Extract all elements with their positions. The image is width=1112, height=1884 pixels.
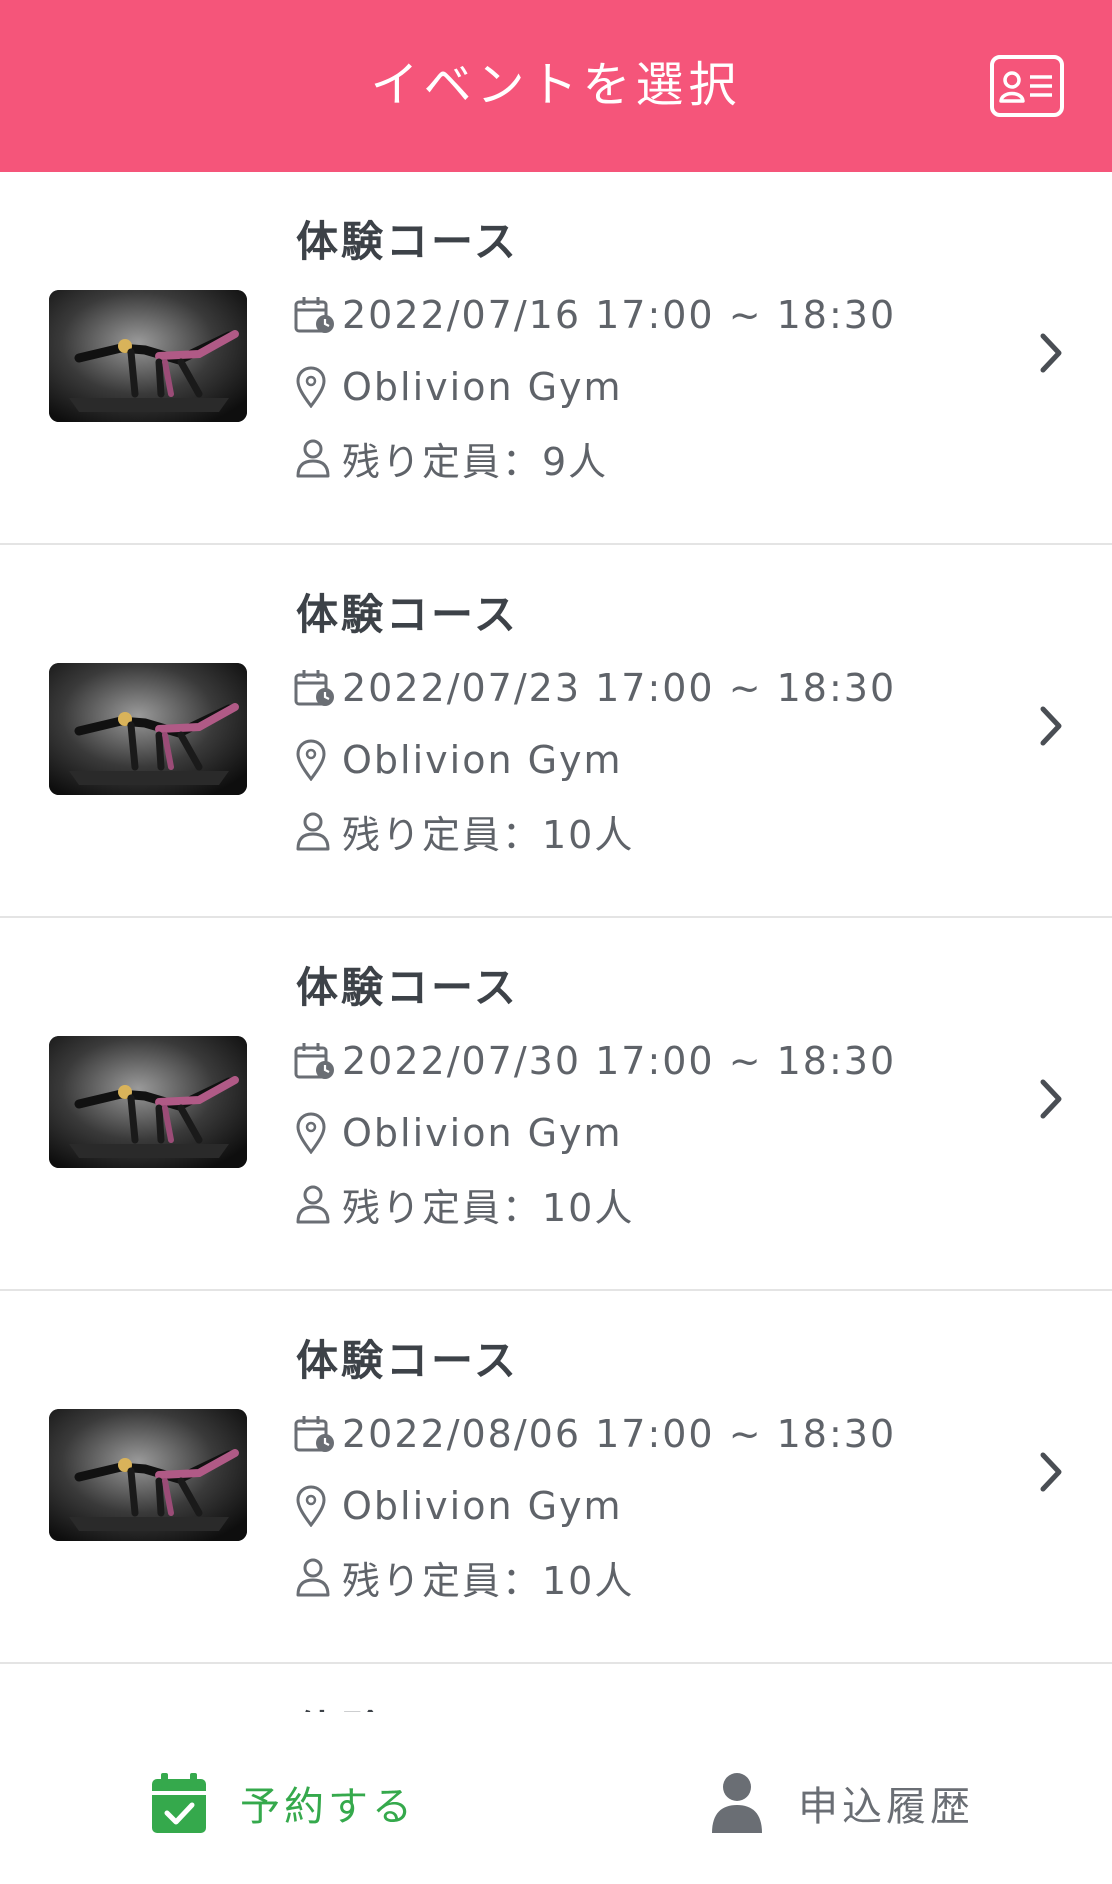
- event-location: Oblivion Gym: [342, 365, 623, 409]
- event-date-row: 2022/07/30 17:00 ~ 18:30: [294, 1036, 896, 1086]
- chevron-right-icon[interactable]: [1036, 1076, 1066, 1122]
- event-title: 体験コース: [296, 1336, 519, 1385]
- calendar-clock-icon: [294, 1412, 336, 1456]
- map-pin-icon: [294, 1484, 336, 1528]
- event-location-row: Oblivion Gym: [294, 1108, 623, 1158]
- calendar-check-icon: [148, 1771, 210, 1835]
- event-thumbnail: [49, 290, 247, 422]
- bottom-nav: 予約する 申込履歴: [0, 1712, 1112, 1884]
- nav-reserve-label: 予約する: [240, 1784, 416, 1830]
- event-location: Oblivion Gym: [342, 1111, 623, 1155]
- event-location-row: Oblivion Gym: [294, 735, 623, 785]
- event-date-row: 2022/08/06 17:00 ~ 18:30: [294, 1409, 896, 1459]
- person-icon: [294, 809, 336, 853]
- event-list-item[interactable]: 体験コース 2022/08/06 17:00 ~ 18:30 Oblivion …: [0, 1291, 1112, 1664]
- event-datetime: 2022/08/06 17:00 ~ 18:30: [342, 1412, 897, 1456]
- event-title: 体験コース: [296, 963, 519, 1012]
- page-title: イベントを選択: [370, 57, 742, 113]
- chevron-right-icon[interactable]: [1036, 703, 1066, 749]
- event-date-row: 2022/07/16 17:00 ~ 18:30: [294, 290, 896, 340]
- chevron-right-icon[interactable]: [1036, 1449, 1066, 1495]
- event-capacity-row: 残り定員：10人: [294, 1179, 635, 1230]
- app-header: イベントを選択: [0, 0, 1112, 172]
- map-pin-icon: [294, 1111, 336, 1155]
- event-capacity: 残り定員：10人: [342, 1185, 635, 1230]
- event-thumbnail: [49, 663, 247, 795]
- event-location: Oblivion Gym: [342, 738, 623, 782]
- event-capacity: 残り定員：10人: [342, 1558, 635, 1603]
- person-icon: [294, 436, 336, 480]
- event-datetime: 2022/07/16 17:00 ~ 18:30: [342, 293, 897, 337]
- event-location-row: Oblivion Gym: [294, 1481, 623, 1531]
- event-title: 体験コース: [296, 217, 519, 266]
- map-pin-icon: [294, 738, 336, 782]
- calendar-clock-icon: [294, 1039, 336, 1083]
- chevron-right-icon[interactable]: [1036, 330, 1066, 376]
- event-datetime: 2022/07/23 17:00 ~ 18:30: [342, 666, 897, 710]
- event-datetime: 2022/07/30 17:00 ~ 18:30: [342, 1039, 897, 1083]
- event-list-item[interactable]: 体験コース 2022/07/23 17:00 ~ 18:30 Oblivion …: [0, 545, 1112, 918]
- event-location-row: Oblivion Gym: [294, 362, 623, 412]
- event-select-screen: イベントを選択 体験コース 2022/07/16 17:00 ~ 18:30 O…: [0, 0, 1112, 1884]
- event-title: 体験コース: [296, 1704, 519, 1712]
- event-capacity-row: 残り定員：9人: [294, 433, 609, 484]
- event-list-item[interactable]: 体験コース 2022/07/16 17:00 ~ 18:30 Oblivion …: [0, 172, 1112, 545]
- event-location: Oblivion Gym: [342, 1484, 623, 1528]
- event-date-row: 2022/07/23 17:00 ~ 18:30: [294, 663, 896, 713]
- calendar-clock-icon: [294, 293, 336, 337]
- user-icon: [706, 1771, 768, 1835]
- calendar-clock-icon: [294, 666, 336, 710]
- event-capacity-row: 残り定員：10人: [294, 1552, 635, 1603]
- event-list: 体験コース 2022/07/16 17:00 ~ 18:30 Oblivion …: [0, 172, 1112, 1712]
- event-thumbnail: [49, 1409, 247, 1541]
- nav-reserve-tab[interactable]: 予約する: [148, 1768, 416, 1838]
- event-list-item-partial[interactable]: 体験コース: [0, 1664, 1112, 1712]
- event-list-item[interactable]: 体験コース 2022/07/30 17:00 ~ 18:30 Oblivion …: [0, 918, 1112, 1291]
- event-capacity: 残り定員：9人: [342, 439, 609, 484]
- person-icon: [294, 1182, 336, 1226]
- map-pin-icon: [294, 365, 336, 409]
- id-card-icon[interactable]: [990, 55, 1064, 117]
- event-capacity-row: 残り定員：10人: [294, 806, 635, 857]
- nav-history-tab[interactable]: 申込履歴: [706, 1768, 974, 1838]
- event-title: 体験コース: [296, 590, 519, 639]
- person-icon: [294, 1555, 336, 1599]
- nav-history-label: 申込履歴: [798, 1784, 974, 1830]
- event-capacity: 残り定員：10人: [342, 812, 635, 857]
- event-thumbnail: [49, 1036, 247, 1168]
